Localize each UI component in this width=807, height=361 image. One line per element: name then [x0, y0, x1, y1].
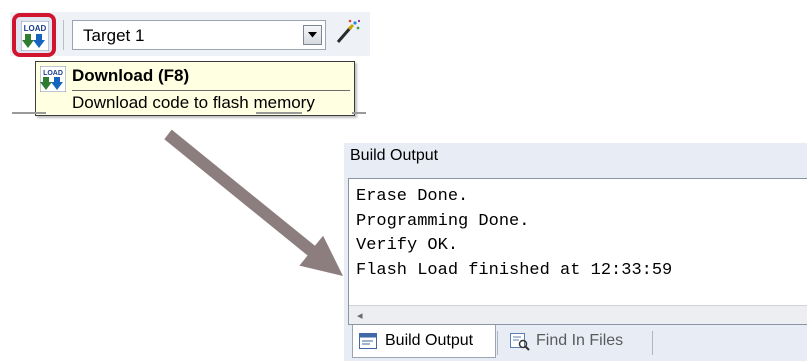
build-output-text-area[interactable]: Erase Done. Programming Done. Verify OK.…: [348, 178, 807, 325]
tab-divider: [497, 331, 498, 355]
tab-find-in-files-label: Find In Files: [536, 332, 624, 349]
tab-build-output-label: Build Output: [385, 332, 474, 349]
tab-build-output[interactable]: Build Output: [352, 325, 496, 358]
scroll-left-icon[interactable]: ◂: [357, 309, 363, 322]
tab-find-in-files[interactable]: Find In Files: [504, 325, 654, 358]
build-output-panel: Build Output Erase Done. Programming Don…: [344, 143, 807, 361]
tab-divider: [652, 331, 653, 355]
panel-title: Build Output: [350, 147, 439, 164]
build-output-log: Erase Done. Programming Done. Verify OK.…: [356, 187, 673, 280]
output-tabs: Build Output Find In Files: [344, 325, 807, 361]
horizontal-scrollbar[interactable]: ◂: [349, 305, 807, 324]
find-in-files-icon: [510, 333, 530, 351]
window-icon: [359, 333, 377, 349]
